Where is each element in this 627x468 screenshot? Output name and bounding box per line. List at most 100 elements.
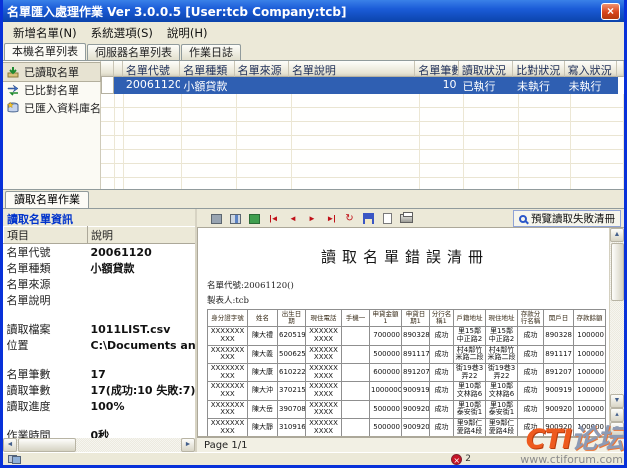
cell-type: 小額貸款 bbox=[180, 77, 234, 94]
cell: 陳大義 bbox=[248, 345, 278, 363]
page-setup-button[interactable] bbox=[379, 211, 396, 227]
page-down-icon[interactable]: ▾ bbox=[610, 422, 624, 436]
view-page-width-button[interactable] bbox=[246, 211, 263, 227]
sidebar: 已讀取名單 已比對名單 已匯入資料庫名單 bbox=[3, 61, 101, 189]
select-column-header[interactable] bbox=[101, 61, 114, 77]
cell: 成功 bbox=[430, 400, 454, 418]
column-header-code[interactable]: 名單代號 bbox=[123, 61, 180, 77]
last-page-button[interactable]: ►| bbox=[322, 211, 339, 227]
cell: 陳大沖 bbox=[248, 382, 278, 400]
prev-page-button[interactable]: ◄ bbox=[284, 211, 301, 227]
horizontal-scrollbar[interactable]: ◄ ► bbox=[3, 438, 195, 452]
menu-help[interactable]: 說明(H) bbox=[160, 23, 215, 43]
cell: 891207 bbox=[402, 364, 430, 382]
first-page-button[interactable]: |◄ bbox=[265, 211, 282, 227]
tab-read-list-operation[interactable]: 讀取名單作業 bbox=[5, 191, 89, 208]
preview-failed-list-label: 預覽讀取失敗清冊 bbox=[531, 211, 615, 226]
column-header-filler bbox=[617, 61, 624, 77]
column-header-count[interactable]: 名單筆數 bbox=[415, 61, 459, 77]
view-whole-page-button[interactable] bbox=[208, 211, 225, 227]
view-whole-page-icon bbox=[211, 214, 222, 224]
close-button[interactable]: × bbox=[601, 3, 620, 20]
sidebar-item-read-lists[interactable]: 已讀取名單 bbox=[3, 63, 100, 81]
cell bbox=[88, 414, 196, 427]
cell: 1000000 bbox=[370, 382, 402, 400]
preview-footer: Page 1/1 bbox=[197, 437, 624, 452]
tab-local-list[interactable]: 本機名單列表 bbox=[4, 43, 86, 60]
cell: 名單代號 bbox=[4, 244, 88, 261]
read-list-icon bbox=[6, 65, 20, 79]
horizontal-scroll-thumb[interactable] bbox=[18, 438, 76, 452]
cell: 600000 bbox=[370, 364, 402, 382]
first-page-icon: |◄ bbox=[269, 214, 277, 223]
next-page-button[interactable]: ► bbox=[303, 211, 320, 227]
cell bbox=[342, 382, 370, 400]
page-indicator: Page 1/1 bbox=[204, 440, 247, 451]
scroll-right-icon[interactable]: ► bbox=[181, 438, 195, 452]
cell: 街19巷3弄22 bbox=[454, 364, 486, 382]
report-header-row: 身分證字號 姓名 出生日期 現住電話 手機一 申貸金額1 申貸日期1 分行名稱1… bbox=[208, 310, 606, 327]
refresh-icon: ↻ bbox=[344, 213, 355, 224]
list-row-selected[interactable]: 20061120 小額貸款 10 已執行 未執行 未執行 bbox=[101, 77, 624, 94]
info-col-desc[interactable]: 說明 bbox=[88, 227, 196, 244]
title-bar[interactable]: 名單匯入處理作業 Ver 3.0.0.5 [User:tcb Company:t… bbox=[3, 0, 624, 22]
cell: 成功 bbox=[430, 364, 454, 382]
save-button[interactable] bbox=[360, 211, 377, 227]
report-row: XXXXXXXXXX陳大義500625XXXXXXXXXX50000089111… bbox=[208, 345, 606, 363]
cell: 17(成功:10 失敗:7) bbox=[88, 382, 196, 398]
report-col-header: 現住地址 bbox=[486, 310, 518, 327]
cell: 20061120 bbox=[88, 244, 196, 261]
info-row: 名單代號20061120 bbox=[4, 244, 196, 261]
info-col-item[interactable]: 項目 bbox=[4, 227, 88, 244]
column-header-read-status[interactable]: 讀取狀況 bbox=[459, 61, 513, 77]
cell: 900919 bbox=[402, 382, 430, 400]
tab-operation-log[interactable]: 作業日誌 bbox=[181, 44, 241, 60]
cell-count: 10 bbox=[416, 77, 460, 94]
scroll-down-icon[interactable]: ▼ bbox=[610, 394, 624, 408]
sidebar-item-imported-db-lists[interactable]: 已匯入資料庫名單 bbox=[3, 99, 100, 117]
menu-system-options[interactable]: 系統選項(S) bbox=[84, 23, 160, 43]
scroll-up-icon[interactable]: ▲ bbox=[610, 228, 624, 242]
view-page-width-icon bbox=[249, 214, 260, 224]
cell: C:\Documents and Settings bbox=[88, 337, 196, 353]
cell bbox=[88, 353, 196, 366]
cell: 100000 bbox=[574, 327, 606, 345]
page-up-icon[interactable]: ▴ bbox=[610, 408, 624, 422]
row-marker-cell bbox=[114, 77, 123, 94]
cell: 里10鄰泰安街1 bbox=[454, 400, 486, 418]
view-two-pages-button[interactable] bbox=[227, 211, 244, 227]
tab-server-list[interactable]: 伺服器名單列表 bbox=[87, 44, 180, 60]
database-import-icon bbox=[6, 101, 20, 115]
report-col-header: 存款餘額 bbox=[574, 310, 606, 327]
cell: 陳大禮 bbox=[248, 327, 278, 345]
marker-column-header[interactable] bbox=[114, 61, 123, 77]
cell: 里15鄰中正路2 bbox=[454, 327, 486, 345]
cell-compare-status: 未執行 bbox=[514, 77, 566, 94]
print-button[interactable] bbox=[398, 211, 415, 227]
refresh-button[interactable]: ↻ bbox=[341, 211, 358, 227]
cell: 成功 bbox=[518, 327, 544, 345]
info-panel: 讀取名單資訊 項目 說明 名單代號20061120名單種類小額貸款名單來源名單說… bbox=[3, 209, 197, 452]
row-selector-cell[interactable] bbox=[101, 77, 114, 94]
vertical-scroll-thumb[interactable] bbox=[611, 243, 624, 301]
column-header-type[interactable]: 名單種類 bbox=[180, 61, 234, 77]
column-header-compare-status[interactable]: 比對狀況 bbox=[513, 61, 564, 77]
cell: 小額貸款 bbox=[88, 260, 196, 276]
cell: 700000 bbox=[370, 327, 402, 345]
report-page: 讀取名單錯誤清冊 名單代號:20061120() 製表人:tcb 身分證字號 bbox=[198, 228, 609, 436]
cell: XXXXXXXXXX bbox=[306, 400, 342, 418]
cell: 村4鄰竹米路二段 bbox=[454, 345, 486, 363]
info-panel-title: 讀取名單資訊 bbox=[3, 209, 195, 226]
menu-new-list[interactable]: 新增名單(N) bbox=[6, 23, 84, 43]
report-title: 讀取名單錯誤清冊 bbox=[207, 246, 603, 267]
preview-failed-list-button[interactable]: 預覽讀取失敗清冊 bbox=[513, 210, 621, 227]
magnifier-icon bbox=[519, 215, 527, 223]
column-header-source[interactable]: 名單來源 bbox=[235, 61, 289, 77]
column-header-write-status[interactable]: 寫入狀況 bbox=[565, 61, 617, 77]
scroll-left-icon[interactable]: ◄ bbox=[3, 438, 17, 452]
preview-panel: |◄ ◄ ► ►| ↻ 預覽讀取失敗清冊 讀取名單錯誤清冊 名單代號:20061… bbox=[197, 209, 624, 452]
cell-description bbox=[289, 77, 416, 94]
sidebar-item-compared-lists[interactable]: 已比對名單 bbox=[3, 81, 100, 99]
vertical-scrollbar[interactable]: ▲ ▼ ▴ ▾ bbox=[609, 228, 624, 436]
column-header-description[interactable]: 名單說明 bbox=[289, 61, 415, 77]
